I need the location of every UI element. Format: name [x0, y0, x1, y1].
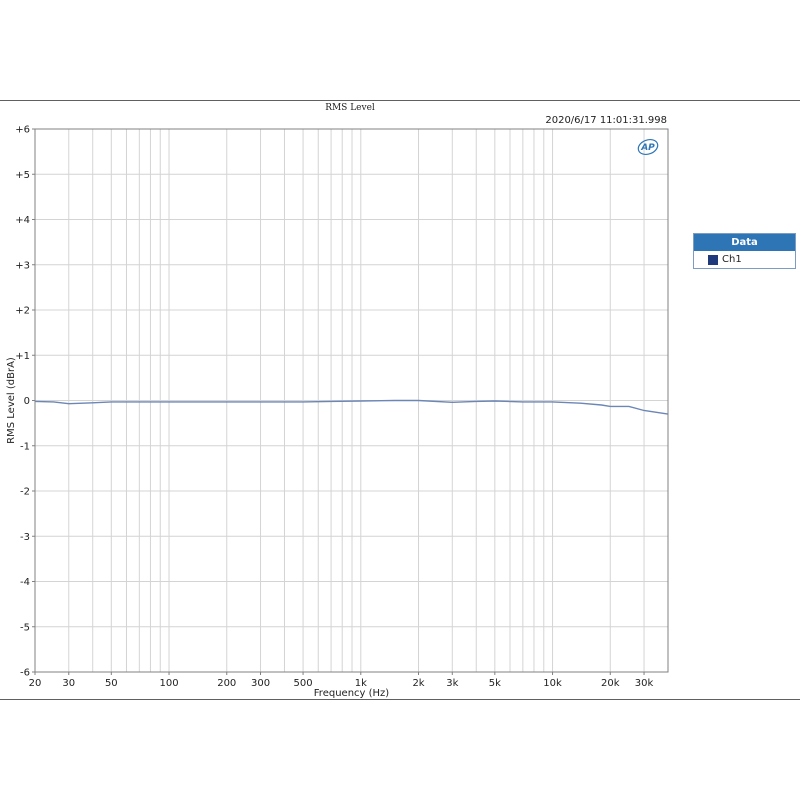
- legend-entry-ch1[interactable]: Ch1: [694, 251, 795, 268]
- x-tick-label: 20k: [601, 678, 620, 689]
- legend-title: Data: [694, 234, 795, 251]
- x-tick-label: 10k: [543, 678, 562, 689]
- x-tick-label: 2k: [412, 678, 424, 689]
- y-axis-label: RMS Level (dBrA): [6, 357, 17, 444]
- y-axis-ticks: +6 +5 +4 +3 +2 +1 0 -1 -2 -3 -4 -5 -6: [15, 125, 35, 679]
- x-tick-label: 20: [29, 678, 42, 689]
- ap-logo-icon: AP: [637, 138, 659, 156]
- legend-swatch: [708, 254, 718, 265]
- series-layer: [34, 399, 669, 415]
- x-tick-label: 50: [105, 678, 118, 689]
- series-line-ch1: [34, 399, 669, 415]
- graph-window: RMS Level 2020/6/17 11:01:31.998 AP 20 30…: [0, 100, 800, 700]
- chart-title: RMS Level: [325, 103, 375, 113]
- y-tick-label: +4: [15, 215, 30, 226]
- x-tick-label: 3k: [446, 678, 458, 689]
- y-tick-label: -2: [20, 487, 30, 498]
- legend-entry-label: Ch1: [722, 254, 742, 265]
- x-tick-label: 5k: [489, 678, 501, 689]
- y-tick-label: -4: [20, 577, 30, 588]
- ap-logo-text: AP: [640, 143, 655, 153]
- y-tick-label: +5: [15, 170, 30, 181]
- y-tick-label: +3: [15, 260, 30, 271]
- x-tick-label: 30k: [635, 678, 654, 689]
- x-tick-label: 200: [217, 678, 236, 689]
- rms-level-chart: RMS Level 2020/6/17 11:01:31.998 AP 20 30…: [6, 103, 669, 699]
- y-tick-label: -1: [20, 441, 30, 452]
- y-tick-label: +1: [15, 351, 30, 362]
- y-tick-label: +6: [15, 125, 30, 136]
- x-axis-ticks: 20 30 50 100 200 300 500 1k 2k 3k 5k 10k 20k 30k: [29, 672, 654, 689]
- y-tick-label: -3: [20, 532, 30, 543]
- y-tick-label: -5: [20, 622, 30, 633]
- x-tick-label: 100: [159, 678, 178, 689]
- x-tick-label: 300: [251, 678, 270, 689]
- x-tick-label: 30: [62, 678, 75, 689]
- timestamp: 2020/6/17 11:01:31.998: [545, 115, 667, 126]
- y-tick-label: +2: [15, 306, 30, 317]
- x-tick-label: 500: [294, 678, 313, 689]
- legend-panel[interactable]: Data Ch1: [693, 233, 796, 269]
- x-axis-label: Frequency (Hz): [314, 688, 390, 699]
- y-tick-label: 0: [24, 396, 30, 407]
- y-tick-label: -6: [20, 668, 30, 679]
